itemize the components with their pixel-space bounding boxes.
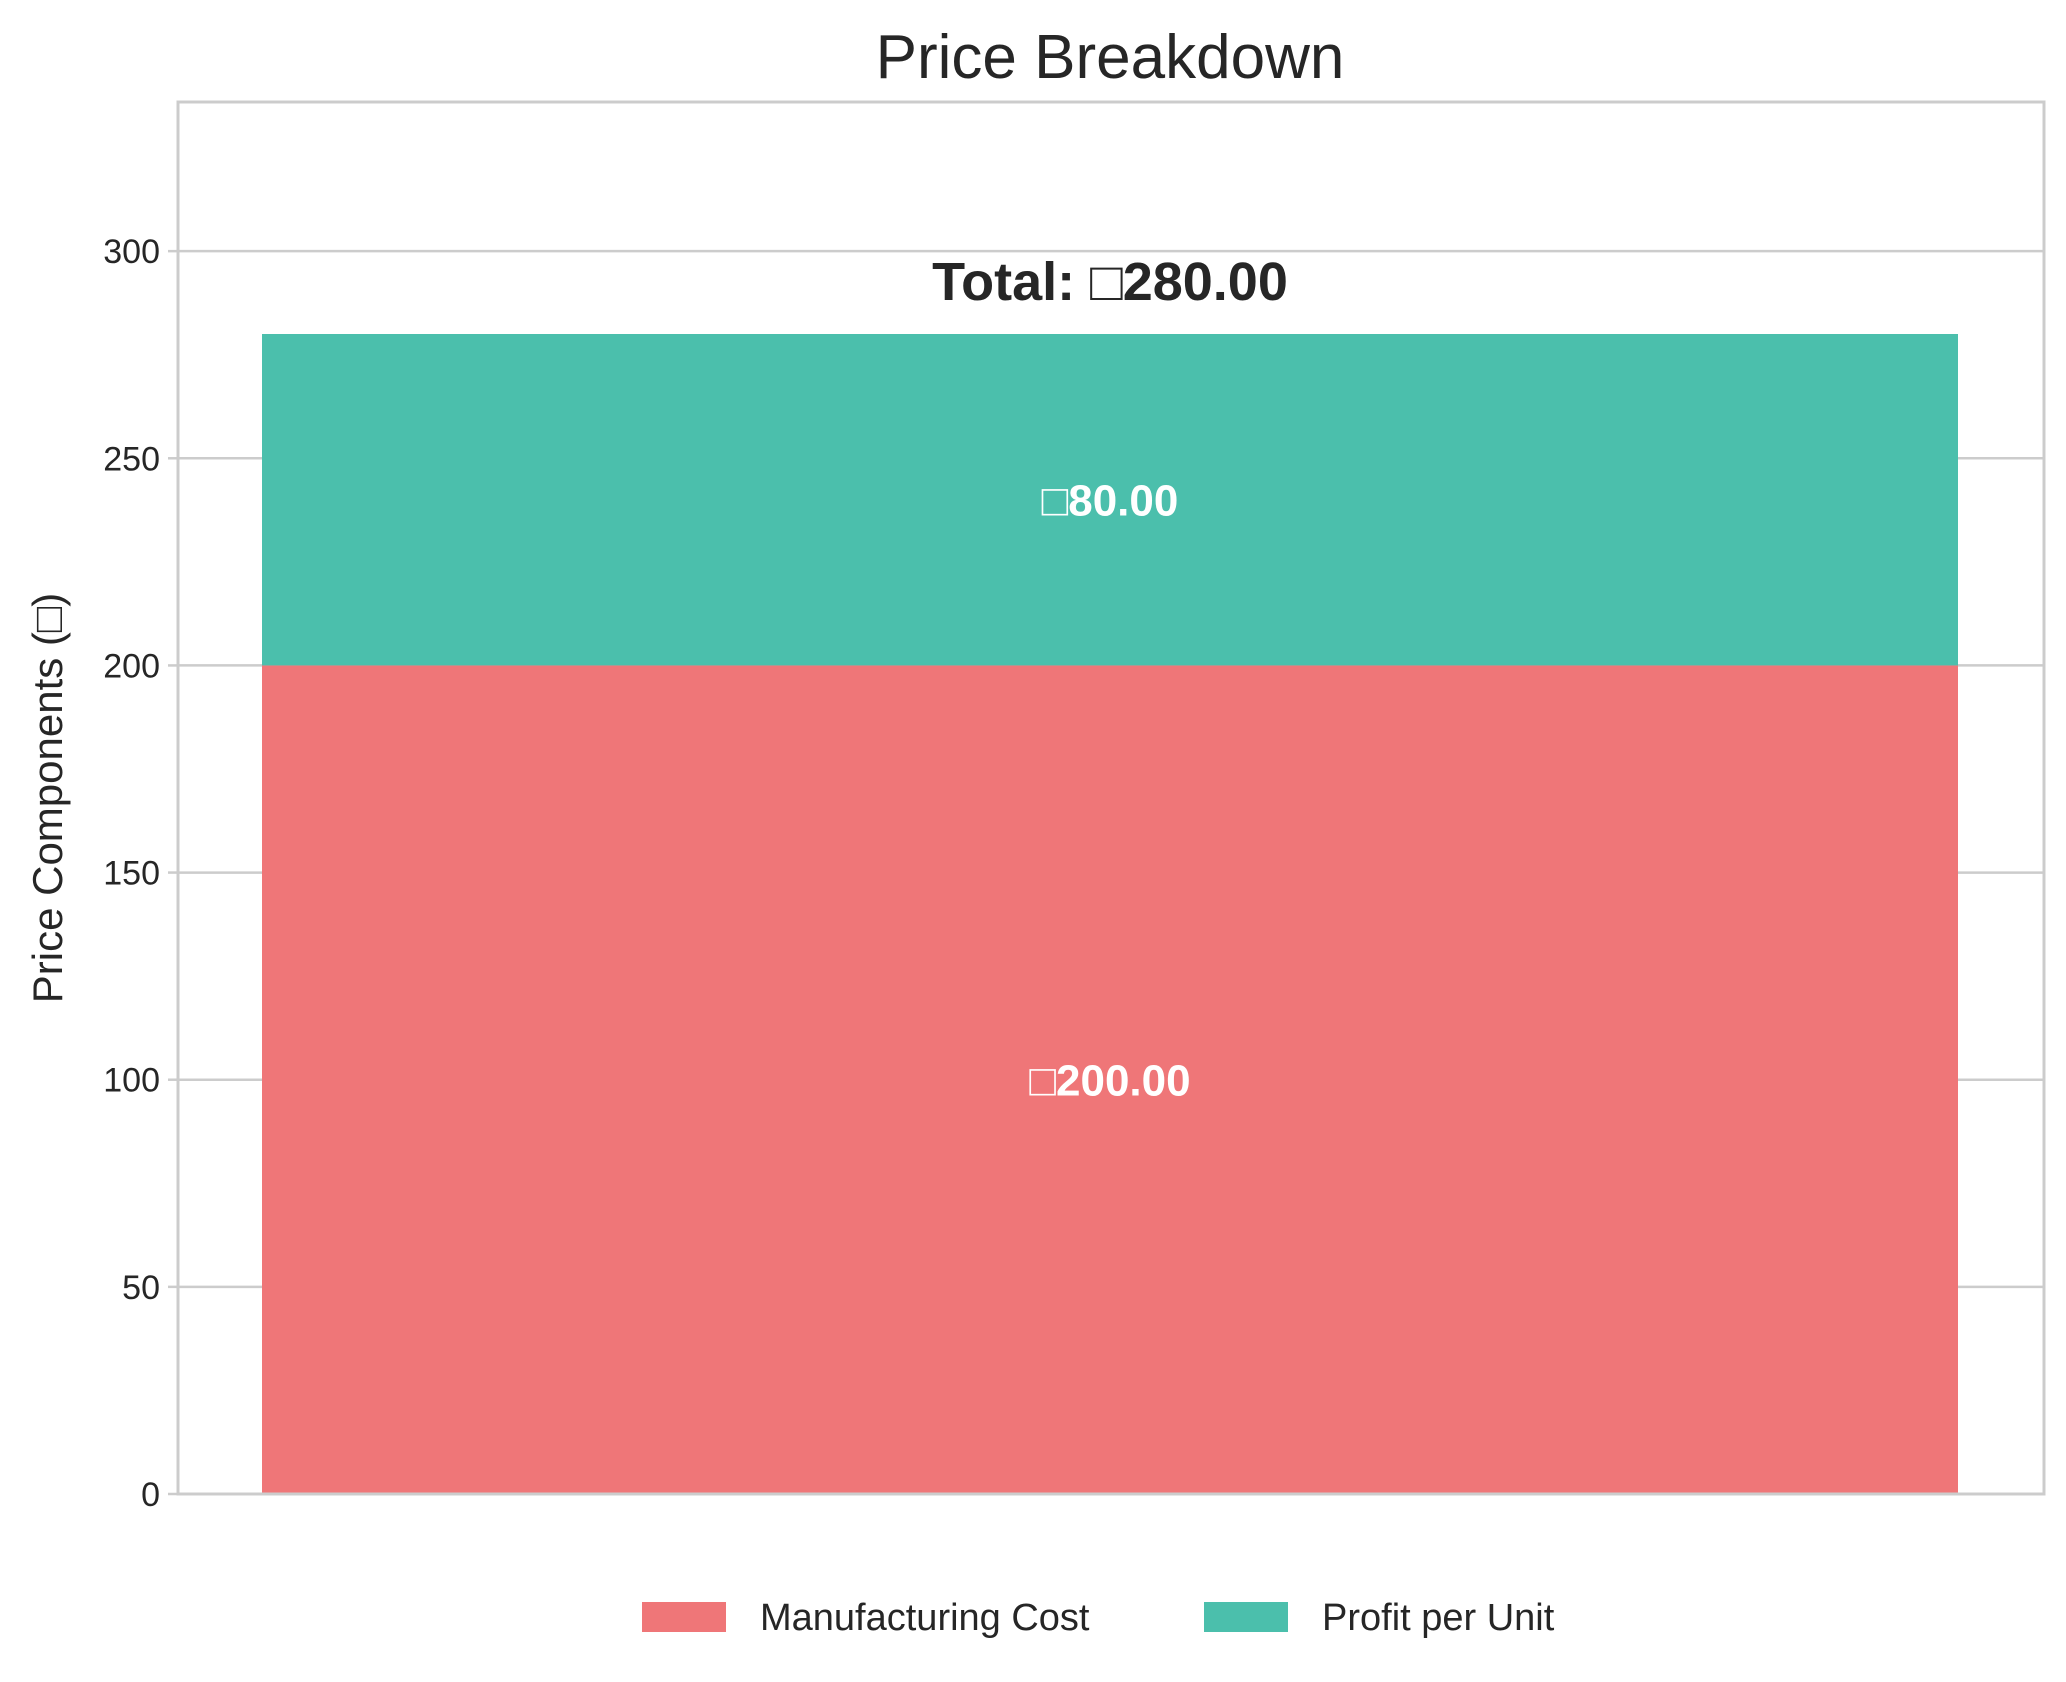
legend-label: Profit per Unit	[1322, 1597, 1555, 1639]
chart: Price Breakdown □200.00 □80.00 Total: □280…	[0, 0, 2066, 1682]
chart-title: Price Breakdown	[876, 23, 1345, 92]
legend-swatch	[642, 1602, 726, 1632]
segment-value-label: □200.00	[1029, 1057, 1190, 1106]
total-label: Total: □280.00	[932, 252, 1288, 312]
legend-label: Manufacturing Cost	[760, 1597, 1090, 1639]
segment-value-label: □80.00	[1042, 477, 1179, 526]
y-tick-label: 50	[122, 1269, 160, 1307]
y-tick-label: 300	[103, 233, 160, 271]
y-tick-label: 0	[141, 1476, 160, 1514]
y-axis-title: Price Components (□)	[24, 593, 71, 1004]
y-tick-label: 200	[103, 647, 160, 685]
y-tick-label: 250	[103, 440, 160, 478]
y-tick-label: 150	[103, 855, 160, 893]
y-tick-label: 100	[103, 1062, 160, 1100]
legend-swatch	[1204, 1602, 1288, 1632]
